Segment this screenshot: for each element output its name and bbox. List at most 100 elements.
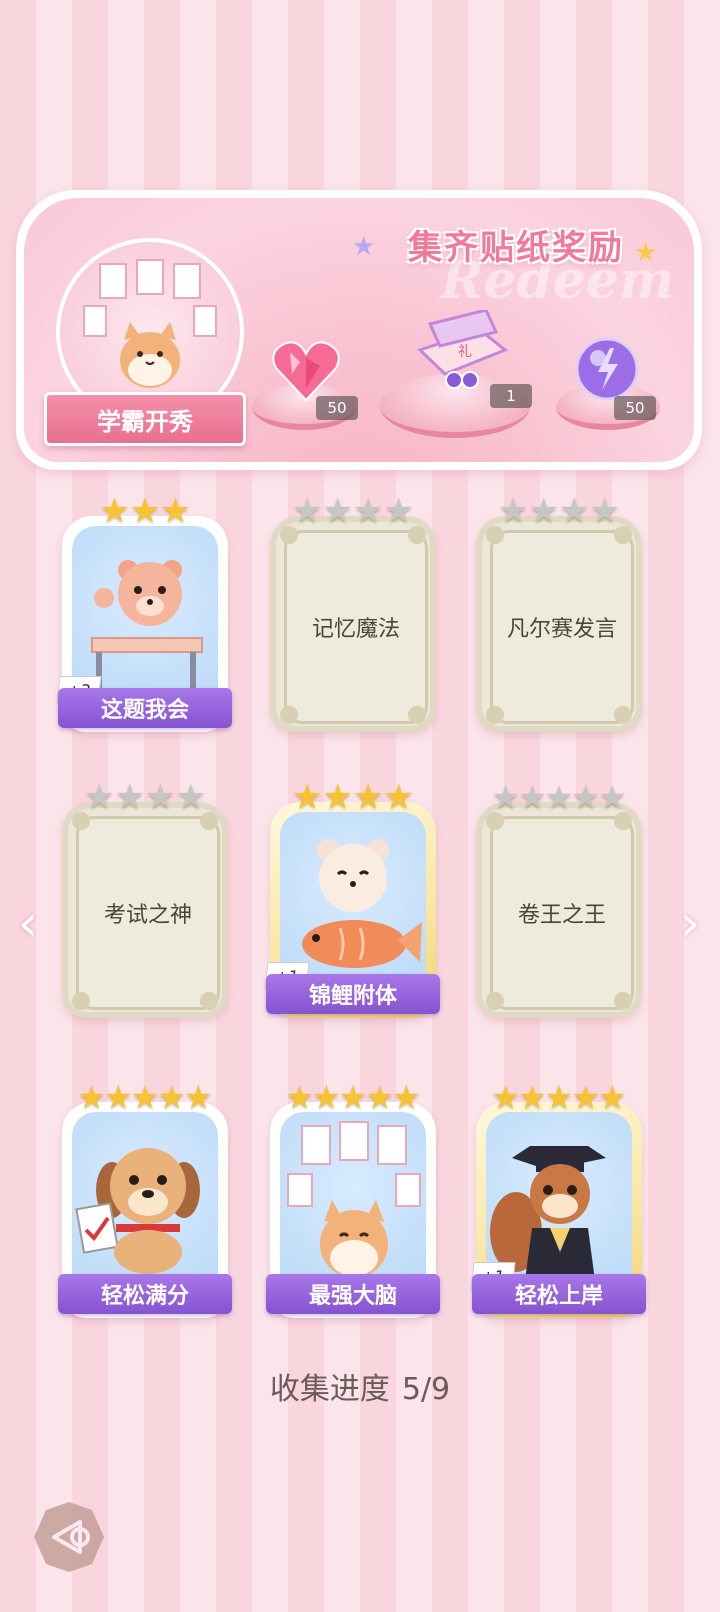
star-empty-icon: ★ <box>498 491 529 531</box>
sticker-card[interactable]: 最强大脑 ★ ★ ★ ★ ★ <box>266 1080 440 1318</box>
star-filled-icon: ★ <box>311 1078 341 1116</box>
star-empty-icon: ★ <box>114 777 145 817</box>
star-decoration-icon: ★ <box>352 232 376 262</box>
star-empty-icon: ★ <box>292 491 323 531</box>
star-empty-icon: ★ <box>383 491 414 531</box>
star-filled-icon: ★ <box>130 1078 160 1116</box>
star-empty-icon: ★ <box>84 777 115 817</box>
card-stars: ★ ★ ★ ★ ★ <box>270 1080 436 1114</box>
banner-title: 集齐贴纸奖励 <box>408 227 624 268</box>
sticker-card[interactable]: 轻松满分 ★ ★ ★ ★ ★ <box>58 1080 232 1318</box>
star-empty-icon: ★ <box>589 491 620 531</box>
card-stars: ★ ★ ★ ★ <box>270 494 436 528</box>
star-filled-icon: ★ <box>571 1078 601 1116</box>
back-button[interactable] <box>30 1498 108 1576</box>
card-stars: ★ ★ ★ ★ <box>476 494 642 528</box>
star-empty-icon: ★ <box>559 491 590 531</box>
prev-page-arrow-icon[interactable]: ‹ <box>8 888 48 958</box>
next-page-arrow-icon[interactable]: › <box>670 888 710 958</box>
corner-ornament <box>486 992 504 1010</box>
star-filled-icon: ★ <box>491 1078 520 1116</box>
energy-orb-icon <box>575 337 639 401</box>
reward-item-heart[interactable] <box>270 338 342 404</box>
star-empty-icon: ★ <box>544 778 574 816</box>
star-empty-icon: ★ <box>528 491 559 531</box>
star-filled-icon: ★ <box>338 1078 368 1116</box>
star-empty-icon: ★ <box>571 778 601 816</box>
star-filled-icon: ★ <box>103 1078 133 1116</box>
sticker-card[interactable]: +1 锦鲤附体 ★ ★ ★ ★ <box>264 780 440 1018</box>
card-locked-name: 卷王之王 <box>490 816 634 1010</box>
sticker-card[interactable]: +1 轻松上岸 ★ ★ ★ ★ ★ <box>470 1080 646 1318</box>
sticker-card[interactable]: +3 这题我会 ★ ★ ★ <box>56 494 232 732</box>
star-filled-icon: ★ <box>285 1078 314 1116</box>
card-stars: ★ ★ ★ ★ ★ <box>476 780 642 814</box>
corner-ornament <box>614 992 632 1010</box>
card-stars: ★ ★ ★ ★ ★ <box>476 1080 642 1114</box>
corner-ornament <box>72 992 90 1010</box>
star-filled-icon: ★ <box>77 1078 106 1116</box>
progress-value: 5/9 <box>401 1372 451 1407</box>
reward-count: 1 <box>490 384 532 408</box>
heart-gem-icon <box>272 341 340 402</box>
card-art <box>72 1112 218 1298</box>
star-empty-icon: ★ <box>175 777 206 817</box>
card-stars: ★ ★ ★ ★ ★ <box>62 1080 228 1114</box>
card-name-label: 这题我会 <box>58 688 232 728</box>
reward-count: 50 <box>316 396 358 420</box>
star-empty-icon: ★ <box>491 778 520 816</box>
reward-item-giftbox[interactable]: 礼 <box>410 310 510 390</box>
sticker-name-ribbon: 学霸开秀 <box>44 392 246 446</box>
back-arrow-icon <box>34 1502 104 1572</box>
star-empty-icon: ★ <box>598 778 627 816</box>
star-filled-icon: ★ <box>392 1078 421 1116</box>
card-locked-name: 凡尔赛发言 <box>490 530 634 724</box>
star-filled-icon: ★ <box>184 1078 213 1116</box>
star-filled-icon: ★ <box>365 1078 395 1116</box>
corner-ornament <box>408 706 426 724</box>
corner-ornament <box>280 706 298 724</box>
reward-item-orb[interactable] <box>574 336 640 402</box>
sticker-card-locked[interactable]: 考试之神 ★ ★ ★ ★ <box>62 780 228 1018</box>
star-filled-icon: ★ <box>322 777 353 817</box>
card-name-label: 锦鲤附体 <box>266 974 440 1014</box>
corner-ornament <box>614 706 632 724</box>
sticker-card-locked[interactable]: 卷王之王 ★ ★ ★ ★ ★ <box>476 780 642 1018</box>
sticker-card-locked[interactable]: 凡尔赛发言 ★ ★ ★ ★ <box>476 494 642 732</box>
star-filled-icon: ★ <box>99 491 130 531</box>
star-filled-icon: ★ <box>383 777 414 817</box>
corner-ornament <box>486 706 504 724</box>
card-locked-name: 记忆魔法 <box>284 530 428 724</box>
star-filled-icon: ★ <box>598 1078 627 1116</box>
card-name-label: 轻松上岸 <box>472 1274 646 1314</box>
star-empty-icon: ★ <box>145 777 176 817</box>
reward-banner-inner: Redeem 学霸开秀 集齐贴纸奖励 ★ ★ 50 礼 1 50 <box>24 198 694 462</box>
star-filled-icon: ★ <box>544 1078 574 1116</box>
card-name-label: 最强大脑 <box>266 1274 440 1314</box>
gift-box-icon: 礼 <box>417 310 508 389</box>
progress-label: 收集进度 <box>269 1372 390 1407</box>
cat-with-papers-icon <box>287 1121 421 1278</box>
collection-progress: 收集进度 5/9 <box>0 1364 720 1408</box>
reward-count: 50 <box>614 396 656 420</box>
card-art <box>280 1112 426 1298</box>
card-stars: ★ ★ ★ ★ <box>62 780 228 814</box>
star-filled-icon: ★ <box>157 1078 187 1116</box>
star-decoration-icon: ★ <box>634 238 658 268</box>
star-empty-icon: ★ <box>353 491 384 531</box>
star-filled-icon: ★ <box>160 491 191 531</box>
corner-ornament <box>200 992 218 1010</box>
card-stars: ★ ★ ★ ★ <box>270 780 436 814</box>
card-locked-name: 考试之神 <box>76 816 220 1010</box>
star-filled-icon: ★ <box>129 491 161 531</box>
puppy-full-marks-icon <box>75 1148 200 1274</box>
banner-title-wrap: 集齐贴纸奖励 <box>366 218 666 270</box>
star-filled-icon: ★ <box>353 777 384 817</box>
svg-text:礼: 礼 <box>458 344 472 360</box>
star-filled-icon: ★ <box>292 777 323 817</box>
sticker-card-locked[interactable]: 记忆魔法 ★ ★ ★ ★ <box>270 494 436 732</box>
card-name-label: 轻松满分 <box>58 1274 232 1314</box>
star-empty-icon: ★ <box>322 491 353 531</box>
card-stars: ★ ★ ★ <box>62 494 228 528</box>
star-empty-icon: ★ <box>517 778 547 816</box>
